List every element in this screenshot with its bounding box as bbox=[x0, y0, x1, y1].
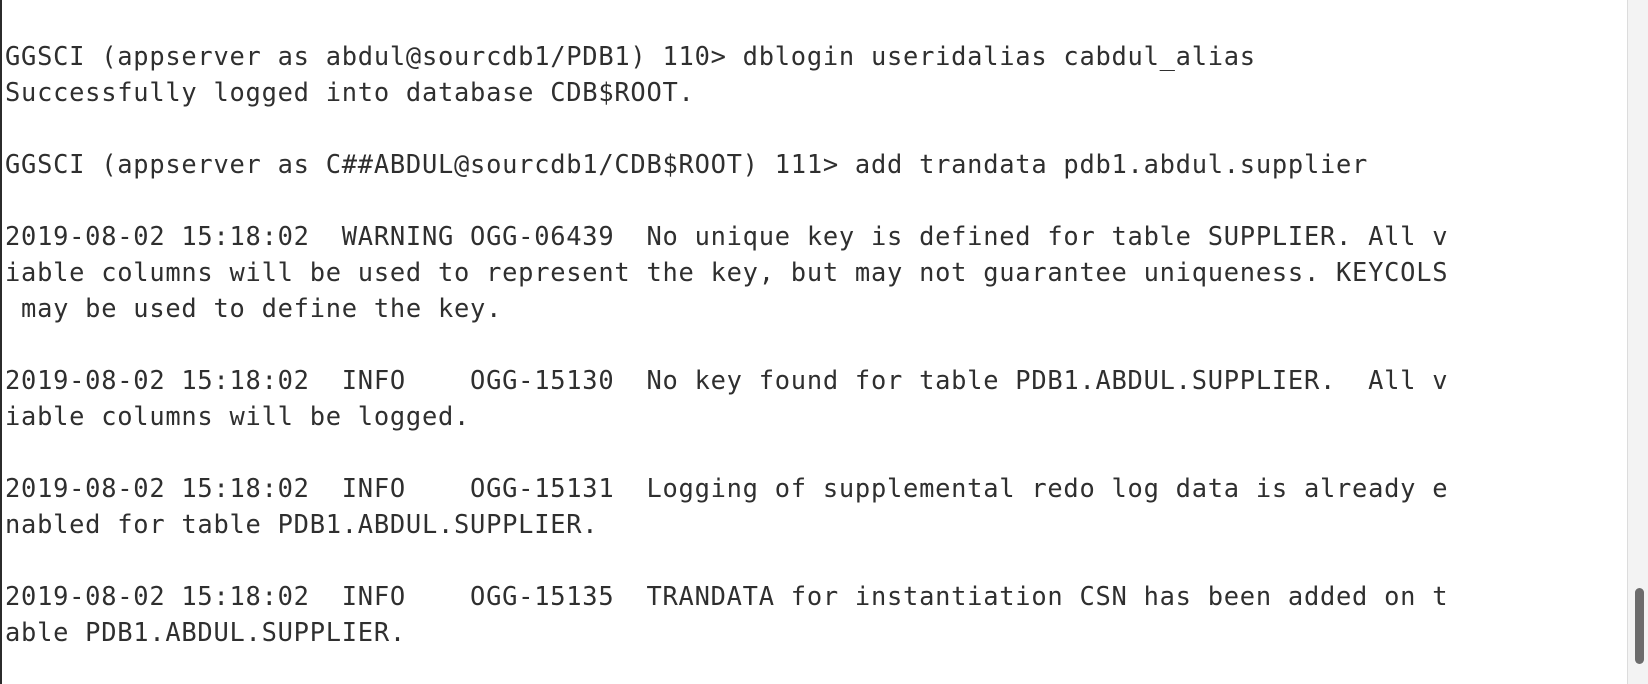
terminal-line: able PDB1.ABDUL.SUPPLIER. bbox=[5, 617, 406, 647]
terminal-line: GGSCI (appserver as C##ABDUL@sourcdb1/CD… bbox=[5, 149, 1369, 179]
terminal-line: 2019-08-02 15:18:02 INFO OGG-15135 TRAND… bbox=[5, 581, 1449, 611]
terminal-line: 2019-08-02 15:18:02 INFO OGG-15130 No ke… bbox=[5, 365, 1449, 395]
terminal-line: GGSCI (appserver as abdul@sourcdb1/PDB1)… bbox=[5, 41, 1256, 71]
terminal-window[interactable]: GGSCI (appserver as abdul@sourcdb1/PDB1)… bbox=[0, 0, 1648, 684]
terminal-line: nabled for table PDB1.ABDUL.SUPPLIER. bbox=[5, 509, 599, 539]
terminal-output[interactable]: GGSCI (appserver as abdul@sourcdb1/PDB1)… bbox=[5, 38, 1625, 678]
terminal-line: 2019-08-02 15:18:02 INFO OGG-15131 Loggi… bbox=[5, 473, 1449, 503]
terminal-line: may be used to define the key. bbox=[5, 293, 503, 323]
terminal-line: iable columns will be used to represent … bbox=[5, 257, 1449, 287]
window-edge bbox=[0, 0, 2, 684]
terminal-line: Successfully logged into database CDB$RO… bbox=[5, 77, 695, 107]
terminal-line: 2019-08-02 15:18:02 WARNING OGG-06439 No… bbox=[5, 221, 1449, 251]
scrollbar-thumb[interactable] bbox=[1635, 588, 1644, 664]
vertical-scrollbar[interactable] bbox=[1627, 0, 1648, 684]
terminal-line: iable columns will be logged. bbox=[5, 401, 471, 431]
